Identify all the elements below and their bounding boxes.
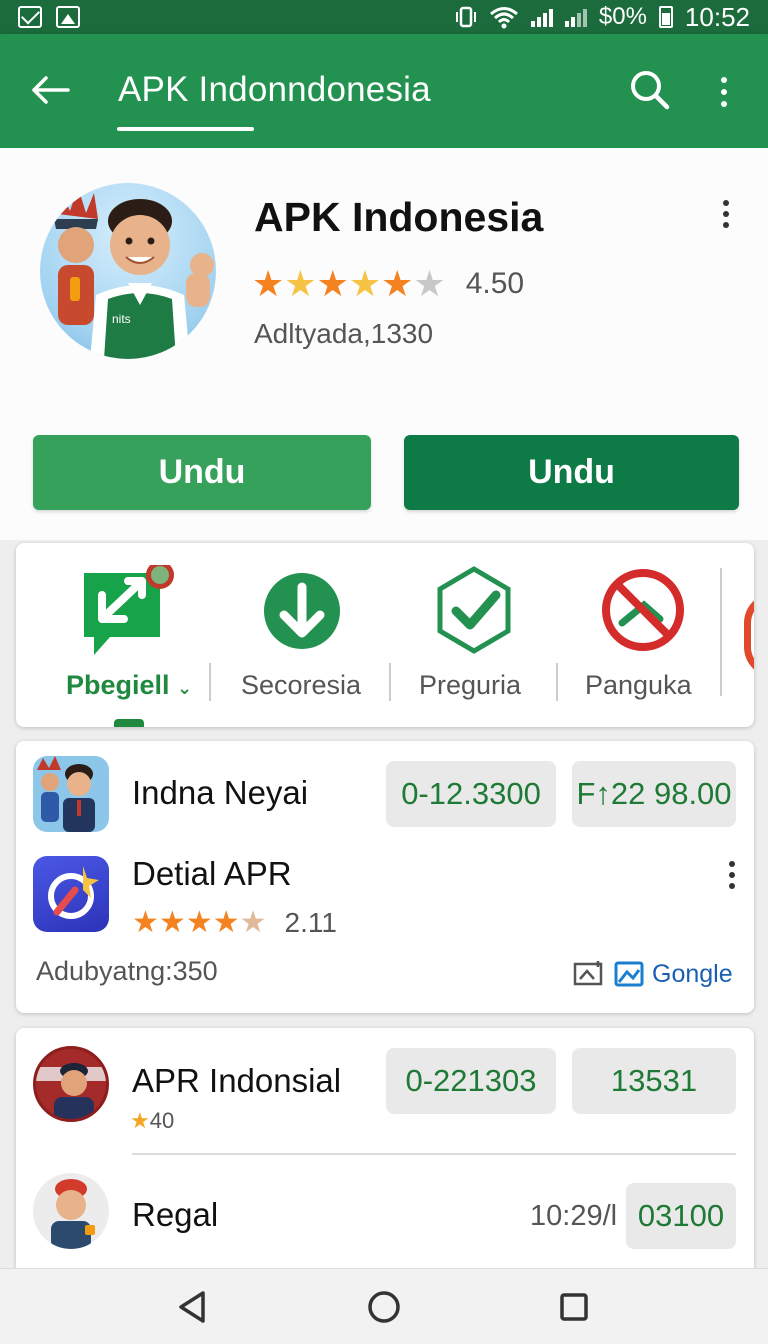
square-recents-icon [560,1293,588,1321]
category-label: Preguria [419,670,522,700]
star-icon: ★ [284,263,317,304]
rating-value: 40 [149,1108,175,1133]
title-underline [117,127,254,131]
item-rating: ★ ★ ★ ★ ★ 2.11 [132,907,337,939]
screenshot-icon [573,961,603,986]
app-avatar: nits [40,183,216,359]
download-button-secondary[interactable]: Undu [404,435,739,510]
app-rating: ★ ★ ★ ★ ★ ★ 4.50 [252,266,524,302]
image-notification-icon [56,6,80,28]
app-name: APK Indonesia [254,194,544,240]
triangle-back-icon [179,1291,205,1323]
app-icon[interactable] [33,1173,109,1249]
share-icon [84,565,174,655]
battery-percent: $0% [598,3,647,30]
svg-text:nits: nits [112,312,131,326]
compass-icon [48,866,99,919]
rating-value: 4.50 [465,267,525,300]
category-preguria[interactable]: Preguria [406,543,556,727]
value-chip[interactable]: 0-221303 [386,1048,556,1114]
email-notification-icon [18,6,42,28]
source-link[interactable]: Gongle [572,959,733,989]
app-title[interactable]: Detial APR [132,855,292,893]
app-toolbar: APK Indonndonesia [0,34,768,148]
category-label: Panguka [585,670,692,700]
app-icon[interactable] [33,1046,109,1122]
download-button[interactable]: Undu [33,435,371,510]
category-bar: Pbegiell ⌄ Secoresia Preguria Panguka [16,543,754,727]
item-rating: ★ 40 [130,1106,174,1136]
signal-2-icon [564,7,587,27]
star-empty-icon: ★ [413,263,446,304]
app-title[interactable]: Indna Neyai [132,774,308,812]
item-meta: Adubyatnɡ:350 [36,956,218,986]
vibrate-icon [455,6,476,28]
value-chip[interactable]: 0-12.3300 [386,761,556,827]
value-chip[interactable]: 03100 [626,1183,736,1249]
category-panguka[interactable]: Panguka [572,543,722,727]
app-header: nits APK Indonesia ★ ★ ★ ★ ★ ★ 4.50 Adlt… [0,148,768,540]
wifi-icon [489,7,518,29]
divider [556,663,558,701]
signal-icon [530,7,553,27]
nav-back-button[interactable] [168,1283,216,1331]
circle-home-icon [368,1291,400,1323]
app-icon[interactable] [33,756,109,832]
overflow-menu-button[interactable] [706,66,742,118]
star-icon: ★ [348,263,382,304]
nav-home-button[interactable] [360,1283,408,1331]
status-bar: $0% 10:52 [0,0,768,34]
app-list-card: APR Indonsial ★ 40 0-221303 13531 Regal … [16,1028,754,1288]
value-chip[interactable]: 13531 [572,1048,736,1114]
search-icon [631,71,670,110]
active-indicator [114,719,144,727]
mascot-icon [37,756,95,832]
image-icon [614,961,644,987]
star-half-icon: ★ [239,906,267,939]
star-icon: ★ [158,906,186,939]
rating-value: 2.11 [284,907,337,938]
app-options-button[interactable] [712,200,740,240]
star-icon: ★ [185,906,213,939]
mascot-illustration: nits [50,187,214,359]
battery-icon [658,6,673,28]
blocked-icon [602,569,684,651]
system-nav-bar [0,1268,768,1344]
price-chip[interactable]: F↑22 98.00 [572,761,736,827]
item-time: 10:29/l [530,1200,618,1232]
row-divider [132,1153,736,1155]
category-secoresia[interactable]: Secoresia [228,543,388,727]
category-pbegiell[interactable]: Pbegiell ⌄ [16,543,228,727]
avatar-icon [51,1179,95,1249]
search-button[interactable] [624,64,676,116]
star-icon: ★ [132,906,159,939]
star-icon: ★ [130,1108,150,1133]
back-button[interactable] [24,66,76,114]
source-label: Gongle [652,959,733,988]
download-arrow-icon [264,573,340,649]
category-label: Secoresia [241,670,362,700]
app-list-card: Indna Neyai 0-12.3300 F↑22 98.00 Detial … [16,741,754,1013]
star-icon: ★ [212,906,240,939]
avatar-icon [36,1049,106,1119]
star-icon: ★ [381,263,414,304]
app-title[interactable]: Regal [132,1196,218,1234]
app-subtitle: Adltyada,1330 [254,318,434,349]
partial-category-icon [744,593,754,677]
arrow-left-icon [32,76,70,104]
divider [209,663,211,701]
check-shield-icon [437,566,511,654]
app-icon[interactable] [33,856,109,932]
divider [720,568,722,696]
category-label: Pbegiell ⌄ [66,670,193,700]
app-title[interactable]: APR Indonsial [132,1062,341,1100]
nav-recents-button[interactable] [550,1283,598,1331]
clock: 10:52 [684,1,750,32]
star-icon: ★ [316,263,349,304]
toolbar-title: APK Indonndonesia [118,70,431,109]
star-icon: ★ [252,263,285,304]
item-options-button[interactable] [720,861,744,895]
divider [389,663,391,701]
